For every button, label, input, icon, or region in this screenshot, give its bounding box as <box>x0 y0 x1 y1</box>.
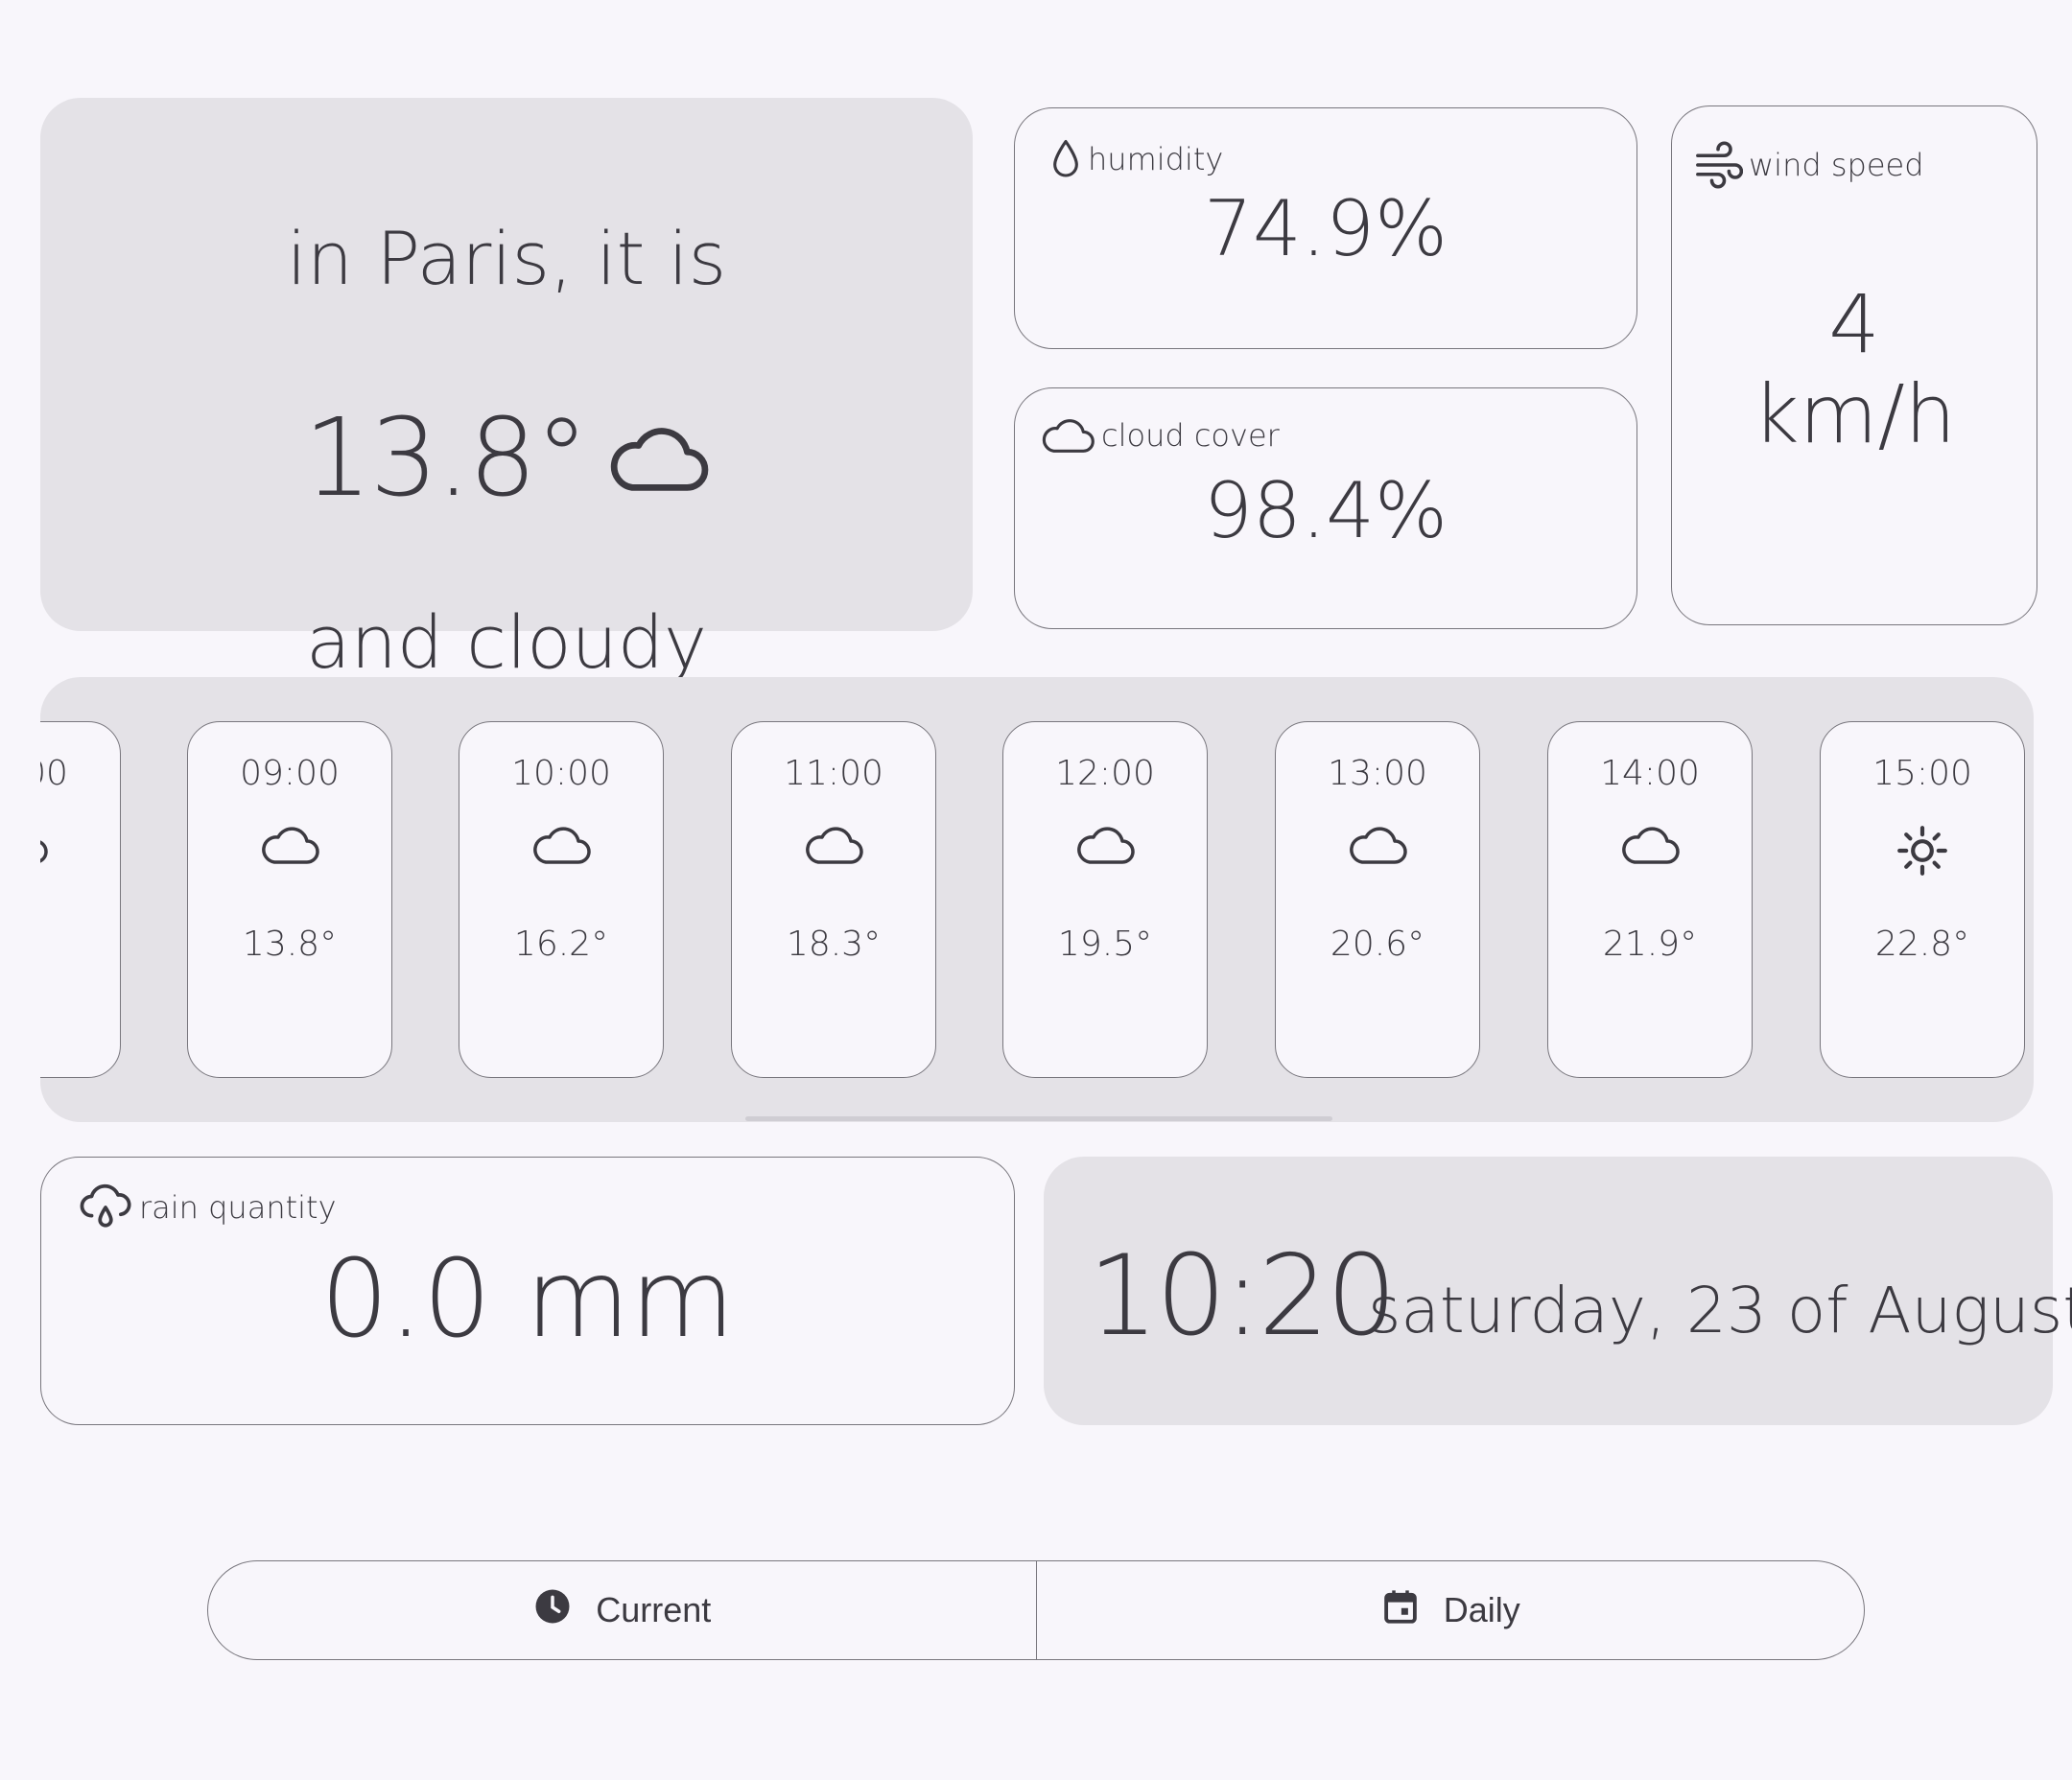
daily-button-label: Daily <box>1443 1590 1520 1629</box>
clock-icon <box>532 1586 573 1635</box>
wind-speed-value: 4 km/h <box>1672 279 2037 459</box>
wind-speed-label: wind speed <box>1749 147 1924 183</box>
cloud-cover-value: 98.4% <box>1203 466 1448 555</box>
current-weather-card: in Paris, it is 13.8° and cloudy <box>40 98 973 679</box>
city-line: in Paris, it is <box>286 216 727 301</box>
cloud-icon <box>1040 415 1095 456</box>
clock-date: saturday, 23 of August <box>1368 1274 2072 1347</box>
current-temperature: 13.8° <box>303 396 588 521</box>
clock-time: 10:20 <box>1088 1231 1397 1361</box>
wind-speed-number: 4 <box>1828 277 1880 371</box>
hour-time: 13:00 <box>1328 754 1427 793</box>
humidity-label: humidity <box>1088 141 1224 177</box>
cloud-icon <box>1347 824 1408 866</box>
water-drop-icon <box>1049 137 1082 181</box>
current-button[interactable]: Current <box>208 1561 1036 1659</box>
cloud-icon <box>1074 824 1136 866</box>
hour-time: 15:00 <box>1872 754 1972 793</box>
rain-cloud-icon <box>78 1183 133 1232</box>
wind-speed-unit: km/h <box>1752 367 1956 462</box>
hour-temp: 22.8° <box>1874 925 1970 964</box>
rain-quantity-value: 0.0 mm <box>320 1237 735 1362</box>
current-temperature-row: 13.8° <box>40 405 973 512</box>
rain-quantity-label: rain quantity <box>139 1189 337 1226</box>
cloud-icon <box>530 824 592 866</box>
wind-speed-card: wind speed 4 km/h <box>1671 105 2037 625</box>
humidity-card: humidity 74.9% <box>1014 107 1637 349</box>
cloud-icon <box>1619 824 1681 866</box>
hour-temp: 21.9° <box>1602 925 1698 964</box>
hour-card[interactable]: 09:00 13.8° <box>187 721 392 1078</box>
hour-card[interactable]: 14:00 21.9° <box>1547 721 1753 1078</box>
clock-card: 10:20 saturday, 23 of August <box>1044 1157 2072 1425</box>
wind-speed-header: wind speed <box>1693 141 1924 189</box>
rain-quantity-card: rain quantity 0.0 mm <box>40 1157 1015 1425</box>
cloud-cover-header: cloud cover <box>1040 415 1280 456</box>
hour-time: 11:00 <box>784 754 883 793</box>
daily-button[interactable]: Daily <box>1035 1561 1865 1659</box>
cloud-cover-card: cloud cover 98.4% <box>1014 387 1637 629</box>
hour-card[interactable]: 13:00 20.6° <box>1275 721 1480 1078</box>
hour-temp: 13.8° <box>242 925 338 964</box>
hour-card[interactable]: 10:00 16.2° <box>459 721 664 1078</box>
cloud-icon <box>803 824 864 866</box>
cloud-icon <box>606 422 710 495</box>
hour-card[interactable]: 08:00 ° <box>40 721 121 1078</box>
cloud-cover-label: cloud cover <box>1101 417 1280 454</box>
hour-temp: 16.2° <box>513 925 609 964</box>
cloud-icon <box>259 824 320 866</box>
sun-icon <box>1895 824 1949 878</box>
hour-temp: 18.3° <box>786 925 882 964</box>
humidity-header: humidity <box>1049 137 1223 181</box>
calendar-icon <box>1380 1586 1421 1635</box>
hour-time: 09:00 <box>240 754 340 793</box>
hour-time: 10:00 <box>511 754 611 793</box>
cloud-icon <box>40 824 49 866</box>
current-button-label: Current <box>596 1590 712 1629</box>
hour-card[interactable]: 12:00 19.5° <box>1002 721 1208 1078</box>
hour-temp: 20.6° <box>1330 925 1425 964</box>
hour-temp: 19.5° <box>1057 925 1153 964</box>
humidity-value: 74.9% <box>1203 184 1448 273</box>
hour-time: 14:00 <box>1600 754 1700 793</box>
hour-time: 08:00 <box>40 754 68 793</box>
hour-card[interactable]: 15:00 22.8° <box>1820 721 2025 1078</box>
condition-line: and cloudy <box>306 599 707 685</box>
hourly-forecast-strip[interactable]: 08:00 ° 09:00 13.8° 10:00 16.2° 11:00 18… <box>40 677 2034 1122</box>
hour-temp: ° <box>40 927 120 962</box>
hour-time: 12:00 <box>1055 754 1155 793</box>
rain-quantity-header: rain quantity <box>78 1183 337 1232</box>
scroll-indicator[interactable] <box>745 1116 1332 1121</box>
hour-card[interactable]: 11:00 18.3° <box>731 721 936 1078</box>
view-segmented-control: Current Daily <box>207 1560 1865 1660</box>
wind-icon <box>1693 141 1743 189</box>
